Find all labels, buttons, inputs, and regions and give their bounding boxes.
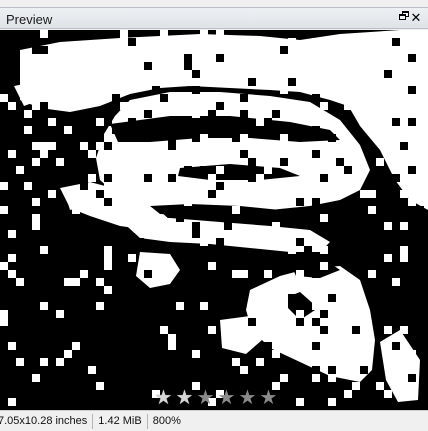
star-icon[interactable]: ★ — [154, 388, 173, 408]
zoom-level: 800% — [152, 414, 181, 427]
image-dimensions: 7.05x10.28 inches — [0, 413, 94, 429]
panel-titlebar[interactable]: Preview ✕ — [0, 7, 428, 29]
star-icon[interactable]: ★ — [238, 388, 257, 408]
status-bar: 7.05x10.28 inches 1.42 MiB 800% — [0, 410, 428, 431]
preview-image — [0, 30, 428, 410]
panel-title: Preview — [6, 12, 53, 27]
star-icon[interactable]: ★ — [175, 388, 194, 408]
file-size: 1.42 MiB — [93, 413, 148, 429]
image-preview[interactable] — [0, 30, 428, 410]
close-icon[interactable]: ✕ — [409, 11, 423, 25]
star-icon[interactable]: ★ — [196, 388, 215, 408]
preview-panel: Preview ✕ ★ ★ ★ ★ ★ ★ 7.05x10.28 inches … — [0, 0, 428, 431]
star-icon[interactable]: ★ — [259, 388, 278, 408]
restore-window-icon[interactable] — [392, 11, 409, 25]
star-icon[interactable]: ★ — [217, 388, 236, 408]
star-rating[interactable]: ★ ★ ★ ★ ★ ★ — [154, 388, 278, 408]
